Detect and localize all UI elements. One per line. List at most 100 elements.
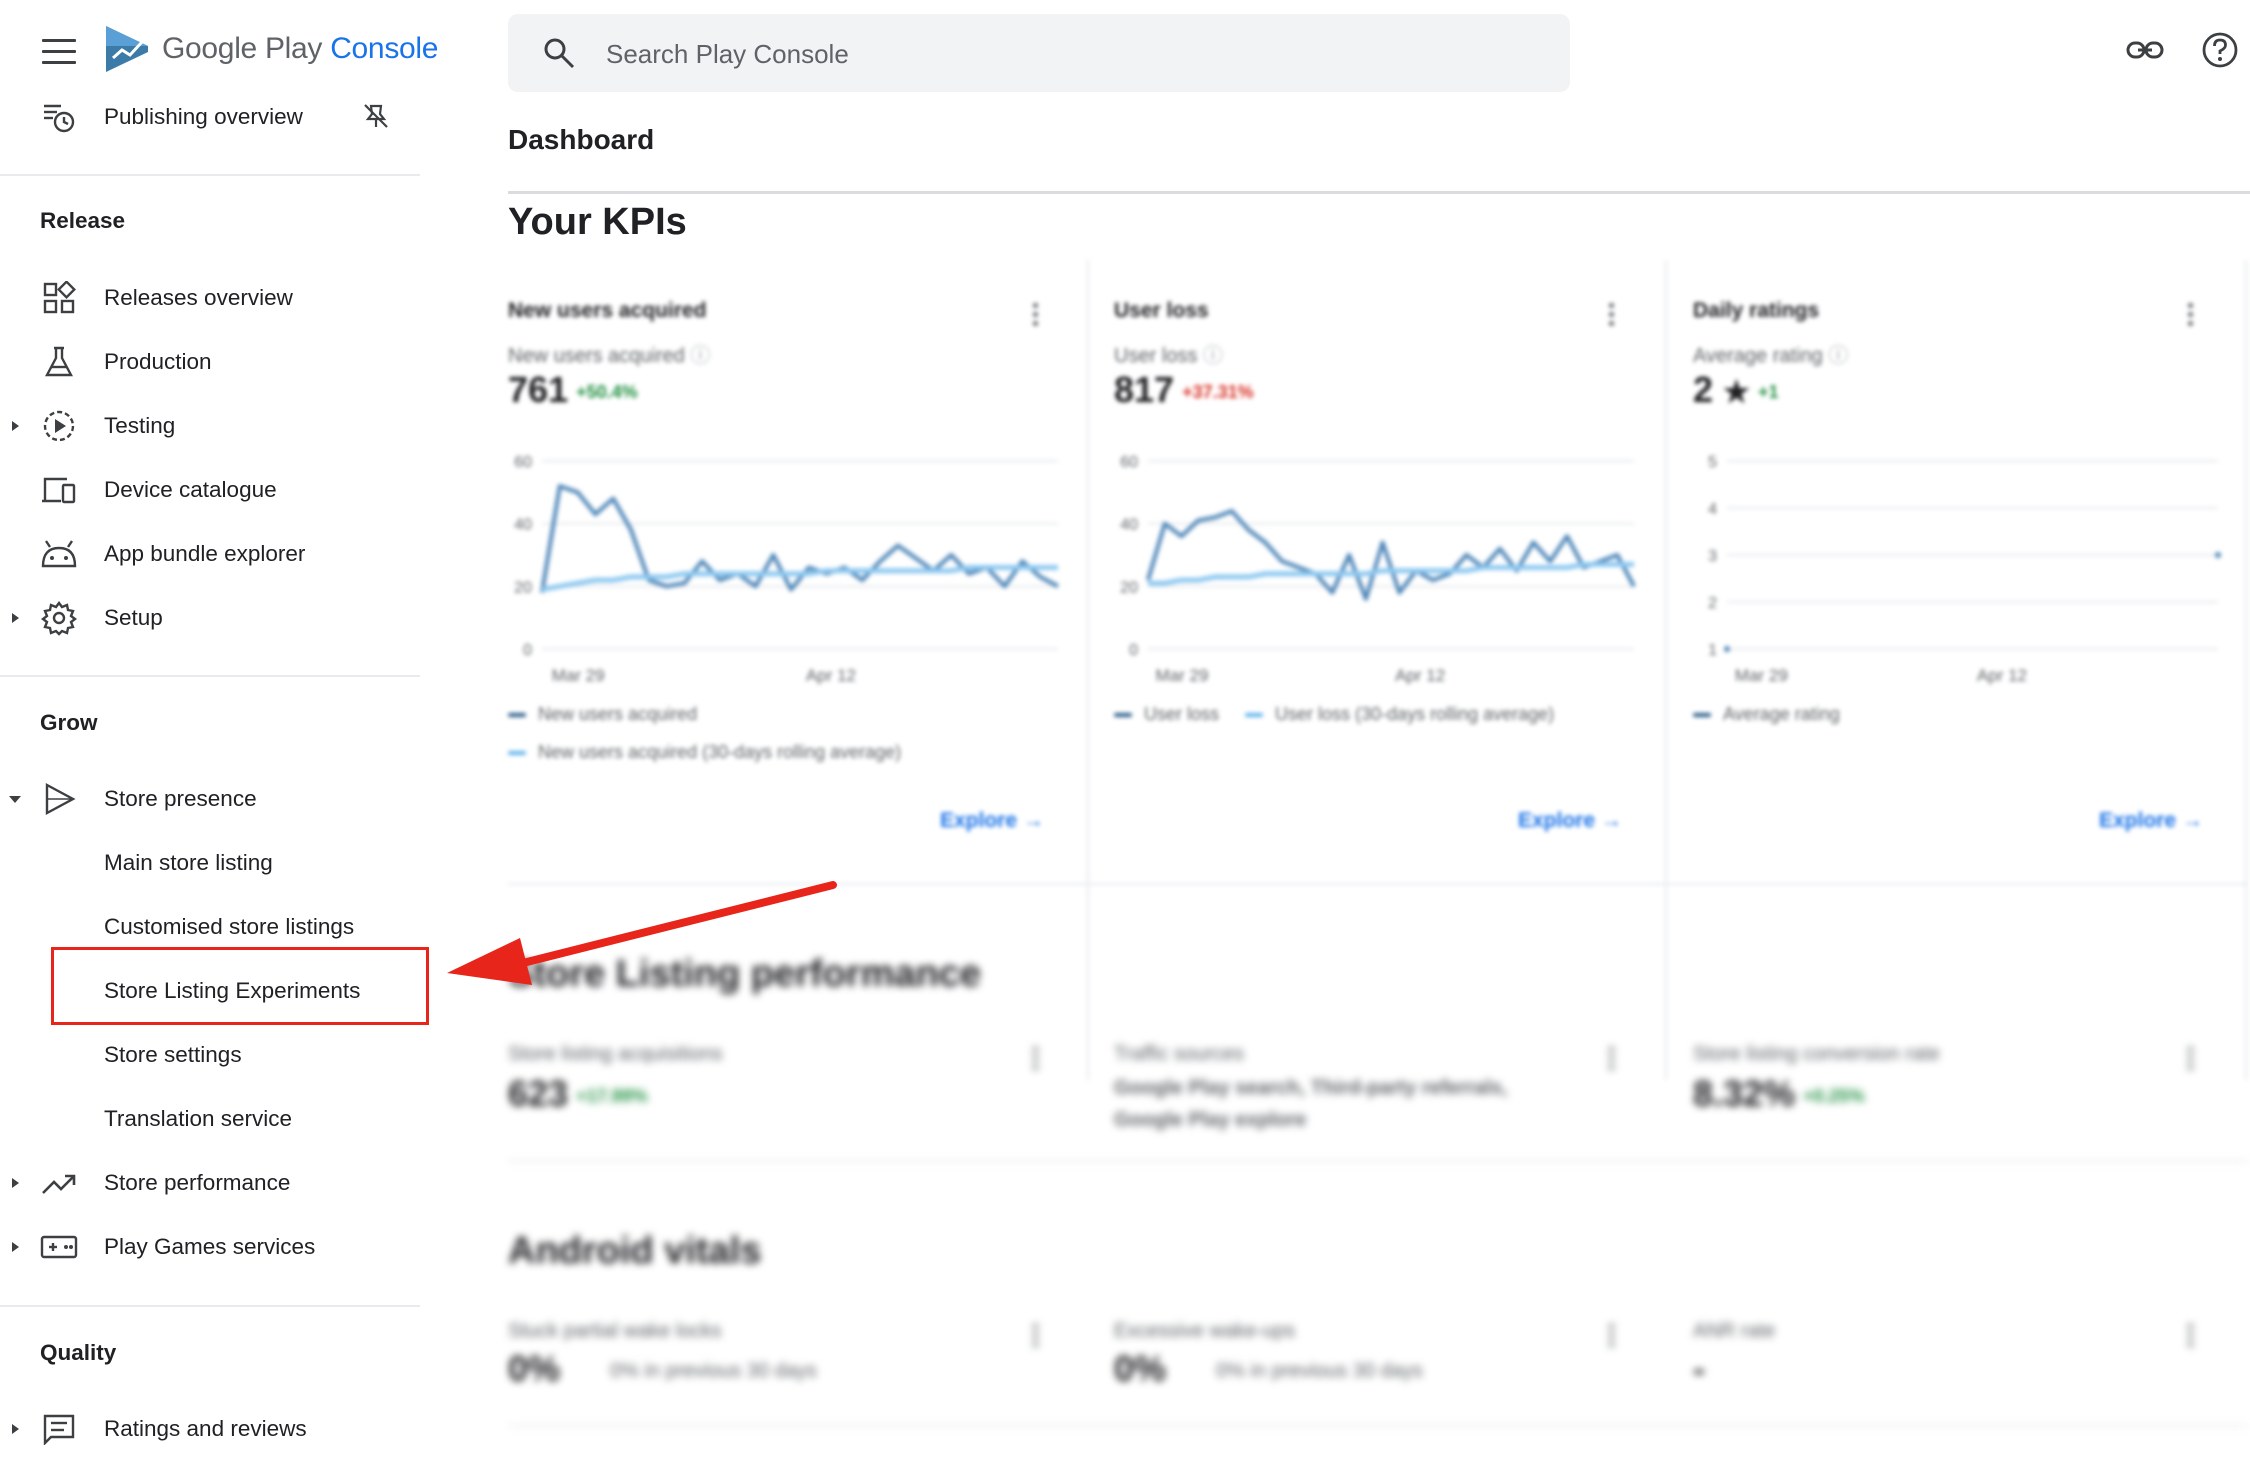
sidebar-item-play-games-services[interactable]: Play Games services: [0, 1215, 420, 1279]
legend-label: Average rating: [1723, 704, 1840, 724]
y-tick-label: 5: [1708, 454, 1717, 471]
gamepad-icon: [40, 1228, 78, 1266]
menu-icon[interactable]: [42, 39, 76, 65]
sidebar-item-store-settings[interactable]: Store settings: [0, 1023, 420, 1087]
chevron-right-icon[interactable]: [8, 1422, 22, 1436]
more-vert-icon[interactable]: [1607, 303, 1615, 329]
sidebar-item-setup[interactable]: Setup: [0, 586, 420, 650]
explore-label: Explore: [1518, 809, 1596, 832]
vitals-note: 0% in previous 30 days: [610, 1360, 817, 1382]
search-input[interactable]: [604, 30, 1508, 78]
sidebar-item-testing[interactable]: Testing: [0, 394, 420, 458]
legend-item: User loss User loss (30-days rolling aver…: [1114, 704, 1554, 725]
arrow-right-icon: →: [1022, 809, 1044, 832]
kpis-heading: Your KPIs: [508, 201, 687, 243]
more-vert-icon[interactable]: [1031, 1047, 1039, 1073]
section-title-release: Release: [40, 208, 126, 233]
more-vert-icon[interactable]: [2186, 1324, 2194, 1350]
kpi-card-daily-ratings: Daily ratings Average rating ⓘ 2 ★ +1 1 2 3…: [1693, 299, 2238, 859]
chevron-right-icon[interactable]: [8, 611, 22, 625]
kpi-delta: +50.4%: [576, 381, 638, 402]
sidebar-divider: [0, 675, 420, 677]
vitals-card-title: Excessive wake-ups: [1114, 1320, 1296, 1342]
chevron-right-icon[interactable]: [8, 419, 22, 433]
vitals-card-title: Stuck partial wake locks: [508, 1320, 722, 1342]
chevron-right-icon[interactable]: [8, 1176, 22, 1190]
more-vert-icon[interactable]: [1607, 1047, 1615, 1073]
kpi-card-title: New users acquired: [508, 299, 707, 322]
chart-daily-ratings: 1 2 3 4 5 Mar 29 Apr 12: [1693, 449, 2238, 699]
sidebar-item-releases-overview[interactable]: Releases overview: [0, 266, 420, 330]
chevron-down-icon[interactable]: [8, 792, 22, 806]
y-tick-label: 4: [1708, 501, 1717, 518]
explore-link[interactable]: Explore →: [2099, 809, 2203, 833]
play-triangle-icon: [40, 780, 78, 818]
more-vert-icon[interactable]: [1031, 1324, 1039, 1350]
sidebar-item-ratings-and-reviews[interactable]: Ratings and reviews: [0, 1397, 420, 1461]
sidebar-item-label: Play Games services: [104, 1234, 316, 1259]
kpi-card-subtitle: New users acquired ⓘ: [508, 339, 710, 368]
sidebar-item-production[interactable]: Production: [0, 330, 420, 394]
pin-off-icon[interactable]: [362, 102, 392, 132]
y-tick-label: 3: [1708, 548, 1717, 565]
vitals-card-wake-locks: Stuck partial wake locks 0% 0% in previo…: [508, 1320, 1078, 1440]
explore-link[interactable]: Explore →: [1518, 809, 1622, 833]
y-tick-label: 40: [1120, 517, 1138, 534]
legend-item: New users acquired (30-days rolling aver…: [508, 742, 901, 763]
sidebar-item-label: Store presence: [104, 786, 257, 811]
sidebar-item-store-performance[interactable]: Store performance: [0, 1151, 420, 1215]
vitals-value: -: [1693, 1348, 1705, 1389]
page-title: Dashboard: [508, 124, 655, 155]
vitals-value: 0%: [508, 1348, 561, 1389]
kpi-value: 761 +50.4%: [508, 369, 638, 411]
sidebar-divider: [0, 174, 420, 176]
publishing-overview-icon: [40, 98, 78, 136]
link-icon[interactable]: [2125, 30, 2165, 70]
sidebar-item-label: Ratings and reviews: [104, 1416, 307, 1441]
info-icon[interactable]: ⓘ: [1203, 345, 1223, 367]
sidebar-item-app-bundle-explorer[interactable]: App bundle explorer: [0, 522, 420, 586]
arrow-right-icon: →: [2181, 809, 2203, 832]
sidebar-item-store-presence[interactable]: Store presence: [0, 767, 420, 831]
sidebar-item-publishing-overview[interactable]: Publishing overview: [0, 85, 420, 149]
more-vert-icon[interactable]: [2186, 1047, 2194, 1073]
x-tick-label: Mar 29: [552, 666, 605, 685]
legend-item: Average rating: [1693, 704, 1840, 725]
sidebar-item-main-store-listing[interactable]: Main store listing: [0, 831, 420, 895]
explore-label: Explore: [2099, 809, 2177, 832]
search-icon[interactable]: [542, 36, 576, 70]
help-icon[interactable]: [2200, 30, 2240, 70]
sidebar-item-label: Publishing overview: [104, 104, 303, 129]
chevron-right-icon[interactable]: [8, 1240, 22, 1254]
x-tick-label: Apr 12: [1395, 666, 1445, 685]
more-vert-icon[interactable]: [1607, 1324, 1615, 1350]
listing-delta: +0.25%: [1803, 1085, 1865, 1106]
y-tick-label: 1: [1708, 642, 1717, 659]
listing-card-acquisitions: Store listing acquisitions 623 +17.99%: [508, 1043, 1078, 1163]
sidebar-item-translation-service[interactable]: Translation service: [0, 1087, 420, 1151]
explore-link[interactable]: Explore →: [940, 809, 1044, 833]
sidebar-item-device-catalogue[interactable]: Device catalogue: [0, 458, 420, 522]
section-separator: [508, 883, 2248, 885]
y-tick-label: 0: [523, 642, 532, 659]
page-title-divider: [508, 191, 2250, 194]
sidebar: Google Play Console Publishing overview …: [0, 0, 438, 1473]
flask-icon: [40, 343, 78, 381]
trending-up-icon: [40, 1164, 78, 1202]
more-vert-icon[interactable]: [2186, 303, 2194, 329]
legend-item: New users acquired: [508, 704, 697, 725]
kpi-delta: +1: [1757, 381, 1779, 402]
sidebar-item-label: Translation service: [104, 1106, 292, 1131]
listing-delta: +17.99%: [576, 1085, 648, 1106]
vitals-heading: Android vitals: [508, 1230, 762, 1272]
legend-label: User loss: [1144, 704, 1220, 724]
kpi-card-user-loss: User loss User loss ⓘ 817 +37.31% 0 20 40 60…: [1114, 299, 1654, 859]
info-icon[interactable]: ⓘ: [690, 345, 710, 367]
play-circle-icon: [40, 407, 78, 445]
more-vert-icon[interactable]: [1031, 303, 1039, 329]
info-icon[interactable]: ⓘ: [1828, 345, 1848, 367]
kpi-subtitle-text: User loss: [1114, 345, 1198, 367]
kpi-card-subtitle: User loss ⓘ: [1114, 339, 1223, 368]
x-tick-label: Mar 29: [1735, 666, 1788, 685]
search-bar[interactable]: [508, 14, 1570, 92]
